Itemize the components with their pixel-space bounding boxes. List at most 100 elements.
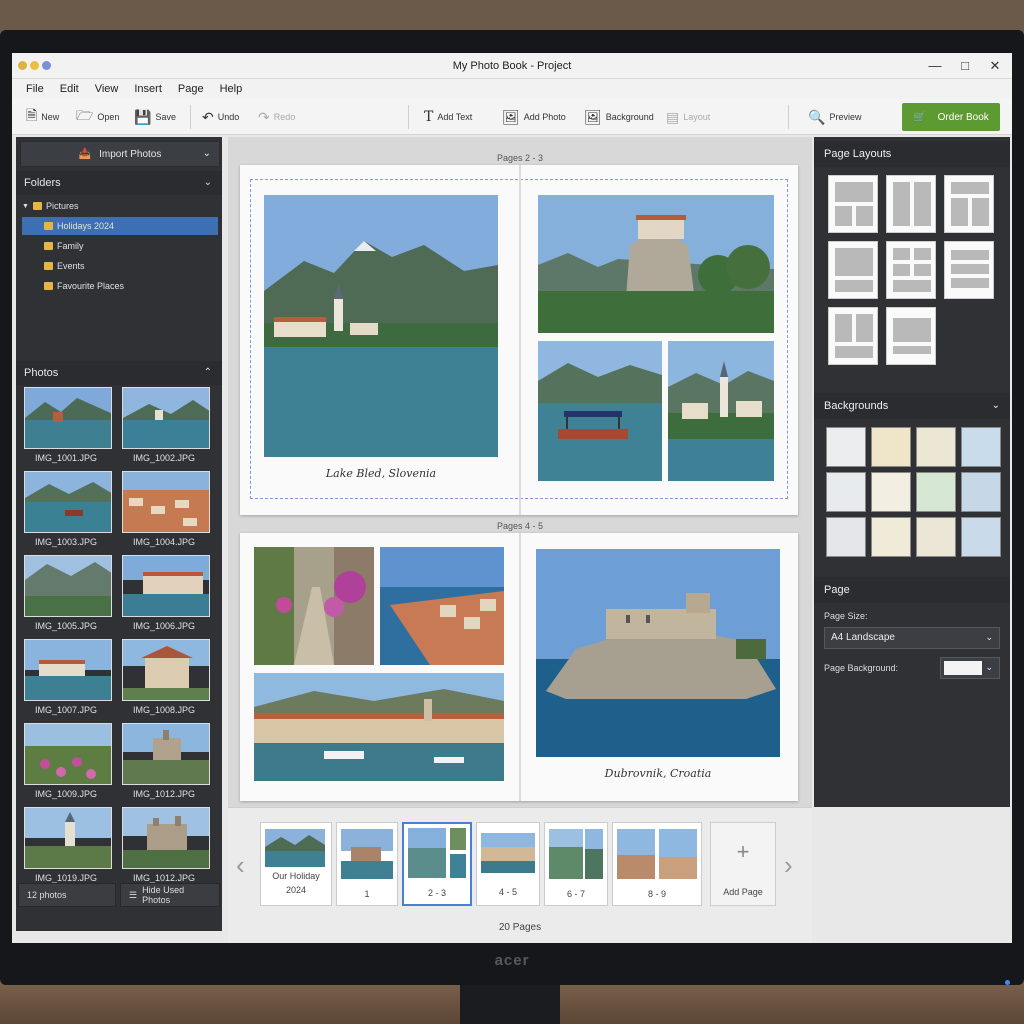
- layout-option[interactable]: [886, 175, 936, 233]
- folder-item-pictures[interactable]: ▼ Pictures: [22, 197, 218, 215]
- photo-thumbnail[interactable]: [24, 639, 112, 701]
- open-button[interactable]: 🗁 Open: [76, 99, 119, 135]
- background-button[interactable]: 🖼 Background: [584, 99, 654, 135]
- add-photo-button[interactable]: 🖼 Add Photo: [502, 99, 566, 135]
- menu-insert[interactable]: Insert: [126, 79, 170, 99]
- page-photo-icon: [341, 829, 393, 879]
- photo-frame-lake-bled[interactable]: [264, 195, 498, 457]
- photo-frame-alley[interactable]: [254, 547, 374, 665]
- fortress-photo-icon: [123, 808, 209, 868]
- background-swatch[interactable]: [871, 472, 911, 512]
- spread-caption[interactable]: Dubrovnik, Croatia: [536, 767, 780, 780]
- maximize-icon[interactable]: □: [956, 57, 974, 75]
- photo-count: 12 photos: [18, 883, 116, 907]
- toolbar: 🗎 New 🗁 Open 💾 Save ↶ Undo ↷ Redo T Add …: [12, 99, 1012, 135]
- preview-button[interactable]: 🔍 Preview: [808, 99, 861, 135]
- photo-frame-old-town[interactable]: [380, 547, 504, 665]
- layout-option[interactable]: [886, 307, 936, 365]
- layout-option[interactable]: [828, 241, 878, 299]
- order-book-button[interactable]: 🛒 Order Book: [902, 103, 1000, 131]
- spread-caption[interactable]: Lake Bled, Slovenia: [264, 467, 498, 480]
- add-text-button[interactable]: T Add Text: [424, 99, 472, 135]
- backgrounds-header[interactable]: Backgrounds ⌄: [814, 393, 1010, 419]
- photo-thumbnail[interactable]: [24, 723, 112, 785]
- menu-file[interactable]: File: [18, 79, 52, 99]
- photo-thumbnail[interactable]: [122, 807, 210, 869]
- page-size-select[interactable]: A4 Landscape ⌄: [824, 627, 1000, 649]
- add-page-button[interactable]: + Add Page: [710, 822, 776, 906]
- page-spread-4-5[interactable]: Dubrovnik, Croatia: [240, 533, 798, 801]
- hide-used-photos-button[interactable]: ☰ Hide Used Photos: [120, 883, 220, 907]
- minimize-icon[interactable]: —: [926, 57, 944, 75]
- background-swatch[interactable]: [826, 427, 866, 467]
- page-background-select[interactable]: ⌄: [940, 657, 1000, 679]
- page-layouts-title: Page Layouts: [824, 148, 892, 160]
- background-swatch[interactable]: [871, 427, 911, 467]
- photo-thumbnail[interactable]: [24, 555, 112, 617]
- background-swatch[interactable]: [826, 517, 866, 557]
- photo-thumbnail[interactable]: [122, 387, 210, 449]
- page-thumb-4-5[interactable]: 4 - 5: [476, 822, 540, 906]
- photo-frame-dubrovnik-fort[interactable]: [536, 549, 780, 757]
- cover-subtitle: 2024: [285, 885, 307, 895]
- background-swatch[interactable]: [916, 517, 956, 557]
- background-swatch[interactable]: [961, 427, 1001, 467]
- folder-item-events[interactable]: Events: [44, 257, 214, 275]
- photo-thumbnail[interactable]: [24, 471, 112, 533]
- menu-edit[interactable]: Edit: [52, 79, 87, 99]
- redo-icon: ↷: [258, 108, 270, 125]
- photos-header[interactable]: Photos ⌃: [16, 361, 222, 385]
- photo-frame-harbour[interactable]: [254, 673, 504, 781]
- close-icon[interactable]: ✕: [986, 57, 1004, 75]
- chevron-left-icon[interactable]: ‹: [236, 850, 245, 881]
- photo-frame-boat[interactable]: [538, 341, 662, 481]
- menu-help[interactable]: Help: [212, 79, 251, 99]
- layout-option[interactable]: [828, 307, 878, 365]
- photo-frame-church-island[interactable]: [668, 341, 774, 481]
- chevron-right-icon[interactable]: ›: [784, 850, 793, 881]
- layout-label: Layout: [683, 112, 711, 122]
- layout-option[interactable]: [944, 241, 994, 299]
- photo-frame-castle-cliff[interactable]: [538, 195, 774, 333]
- photo-thumbnail[interactable]: [24, 387, 112, 449]
- layout-option[interactable]: [944, 175, 994, 233]
- harbour-photo-icon: [123, 556, 209, 616]
- page-thumb-cover[interactable]: Our Holiday 2024: [260, 822, 332, 906]
- folder-icon: [44, 222, 53, 230]
- folder-item-family[interactable]: Family: [44, 237, 214, 255]
- folders-header[interactable]: Folders ⌄: [16, 171, 222, 195]
- photo-filename: IMG_1007.JPG: [34, 705, 98, 715]
- photo-thumbnail[interactable]: [122, 639, 210, 701]
- background-swatch[interactable]: [961, 517, 1001, 557]
- photo-thumbnail[interactable]: [122, 555, 210, 617]
- layout-option[interactable]: [828, 175, 878, 233]
- background-swatch[interactable]: [826, 472, 866, 512]
- background-swatch[interactable]: [871, 517, 911, 557]
- photo-filename: IMG_1003.JPG: [34, 537, 98, 547]
- page-thumb-8-9[interactable]: 8 - 9: [612, 822, 702, 906]
- photo-thumbnail[interactable]: [122, 723, 210, 785]
- background-swatch[interactable]: [916, 472, 956, 512]
- photo-thumbnail[interactable]: [122, 471, 210, 533]
- spine-fold: [519, 533, 521, 801]
- import-photos-button[interactable]: 📥 Import Photos ⌄: [20, 141, 220, 167]
- folder-item-favourite-places[interactable]: Favourite Places: [44, 277, 214, 295]
- layout-option[interactable]: [886, 241, 936, 299]
- redo-button[interactable]: ↷ Redo: [258, 99, 295, 135]
- new-button[interactable]: 🗎 New: [26, 99, 59, 135]
- undo-button[interactable]: ↶ Undo: [202, 99, 239, 135]
- menu-bar: File Edit View Insert Page Help: [12, 79, 1012, 99]
- menu-view[interactable]: View: [87, 79, 127, 99]
- background-swatch[interactable]: [916, 427, 956, 467]
- page-thumb-1[interactable]: 1: [336, 822, 398, 906]
- layout-button[interactable]: ▤ Layout: [666, 99, 710, 135]
- background-swatch[interactable]: [961, 472, 1001, 512]
- save-button[interactable]: 💾 Save: [134, 99, 176, 135]
- folder-item-holidays-2024[interactable]: Holidays 2024: [22, 217, 218, 235]
- page-thumb-2-3[interactable]: 2 - 3: [402, 822, 472, 906]
- page-spread-2-3[interactable]: Lake Bled, Slovenia: [240, 165, 798, 515]
- photo-thumbnail[interactable]: [24, 807, 112, 869]
- church-photo-icon: [25, 808, 111, 868]
- menu-page[interactable]: Page: [170, 79, 212, 99]
- page-thumb-6-7[interactable]: 6 - 7: [544, 822, 608, 906]
